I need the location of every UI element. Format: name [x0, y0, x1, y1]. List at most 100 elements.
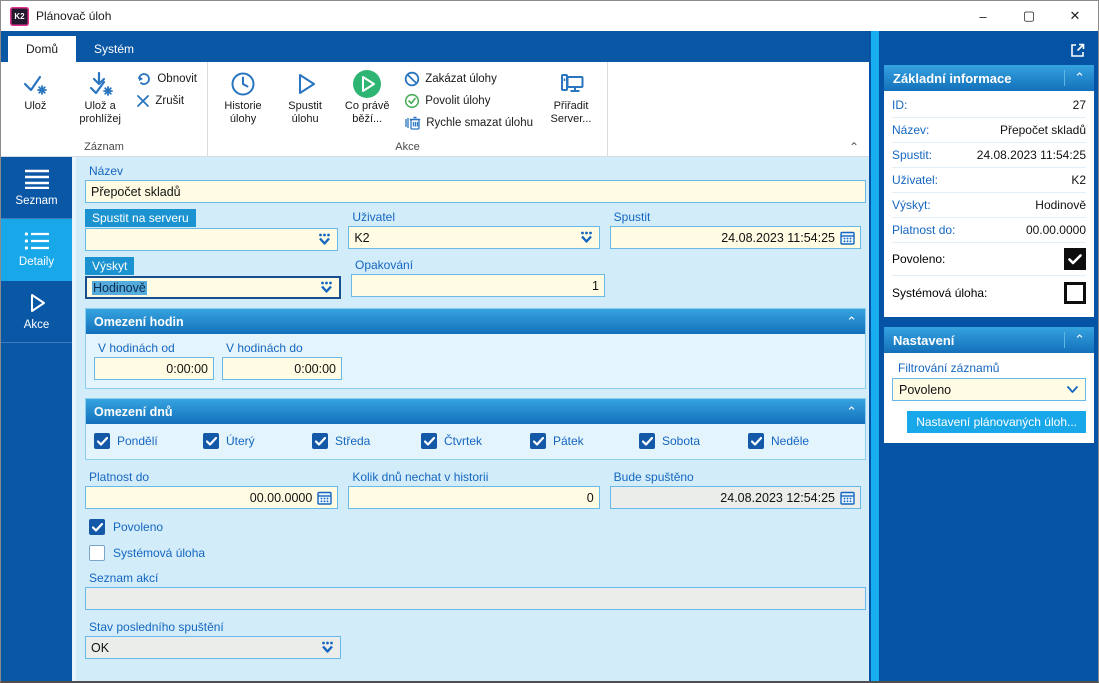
repetition-label: Opakování — [355, 258, 414, 272]
valid-until-field[interactable]: 00.00.0000 — [85, 486, 339, 509]
day-label: Čtvrtek — [444, 434, 483, 448]
checkbox-checked-icon[interactable] — [94, 433, 110, 449]
clock-icon — [228, 68, 258, 100]
checkbox-checked-icon[interactable] — [421, 433, 437, 449]
occurrence-value: Hodinově — [92, 280, 147, 295]
dropdown-icon[interactable] — [319, 281, 334, 294]
cancel-label: Zrušit — [155, 95, 185, 107]
task-history-button[interactable]: Historie úlohy — [212, 64, 274, 126]
save-button[interactable]: Ulož — [5, 64, 66, 113]
close-button[interactable]: ✕ — [1052, 1, 1098, 31]
calendar-icon[interactable] — [317, 491, 333, 505]
title-bar: K2 Plánovač úloh – ▢ ✕ — [1, 1, 1098, 31]
days-restriction-title: Omezení dnů — [94, 404, 173, 419]
scheduled-tasks-settings-button[interactable]: Nastavení plánovaných úloh... — [907, 411, 1086, 433]
dropdown-icon[interactable] — [320, 641, 335, 654]
sidebar-item-label: Detaily — [18, 255, 55, 268]
refresh-button[interactable]: Obnovit — [136, 70, 197, 88]
disable-tasks-button[interactable]: Zakázat úlohy — [404, 70, 533, 88]
day-monday[interactable]: Pondělí — [94, 433, 203, 449]
run-on-server-label: Spustit na serveru — [85, 209, 196, 227]
checkbox-unchecked-icon[interactable] — [89, 545, 105, 561]
assign-server-button[interactable]: Přiřadit Server... — [539, 64, 603, 126]
disable-tasks-label: Zakázat úlohy — [425, 73, 497, 85]
hours-from-field[interactable]: 0:00:00 — [94, 357, 214, 380]
run-task-button[interactable]: Spustit úlohu — [274, 64, 336, 126]
collapse-chevron-icon[interactable]: ⌃ — [846, 314, 857, 330]
name-field[interactable]: Přepočet skladů — [85, 180, 866, 203]
start-value: 24.08.2023 11:54:25 — [721, 230, 835, 245]
day-wednesday[interactable]: Středa — [312, 433, 421, 449]
day-sunday[interactable]: Neděle — [748, 433, 857, 449]
checkbox-checked-icon[interactable] — [203, 433, 219, 449]
checkbox-checked-icon[interactable] — [530, 433, 546, 449]
whats-running-button[interactable]: Co právě běží... — [336, 64, 398, 126]
tab-home[interactable]: Domů — [8, 36, 77, 62]
dropdown-icon[interactable] — [317, 233, 332, 246]
ribbon-collapse-chevron[interactable]: ⌃ — [849, 140, 859, 154]
sidebar-item-seznam[interactable]: Seznam — [1, 157, 72, 219]
day-thursday[interactable]: Čtvrtek — [421, 433, 530, 449]
enable-tasks-button[interactable]: Povolit úlohy — [404, 92, 533, 110]
collapse-chevron-icon[interactable]: ⌃ — [1064, 70, 1085, 86]
calendar-icon[interactable] — [840, 231, 855, 245]
run-on-server-field[interactable] — [85, 228, 339, 251]
info-row-system-task: Systémová úloha: — [892, 276, 1086, 309]
open-external-icon[interactable] — [1069, 42, 1086, 59]
collapse-chevron-icon[interactable]: ⌃ — [846, 404, 857, 420]
user-field[interactable]: K2 — [348, 226, 600, 249]
hours-restriction-section: Omezení hodin ⌃ V hodinách od 0:00:00 V — [85, 308, 866, 389]
refresh-label: Obnovit — [157, 73, 197, 85]
repetition-value: 1 — [592, 278, 599, 293]
cancel-x-icon — [136, 94, 150, 108]
info-label: Název: — [892, 123, 930, 137]
day-friday[interactable]: Pátek — [530, 433, 639, 449]
occurrence-field[interactable]: Hodinově — [85, 276, 341, 299]
hours-from-label: V hodinách od — [98, 341, 175, 355]
start-field[interactable]: 24.08.2023 11:54:25 — [609, 226, 861, 249]
day-saturday[interactable]: Sobota — [639, 433, 748, 449]
filter-records-select[interactable]: Povoleno — [892, 378, 1086, 401]
minimize-button[interactable]: – — [960, 1, 1006, 31]
group-label-actions: Akce — [395, 141, 420, 153]
system-task-label: Systémová úloha — [113, 546, 206, 560]
filter-records-value: Povoleno — [899, 382, 952, 397]
cancel-button[interactable]: Zrušit — [136, 92, 197, 110]
panel-splitter[interactable] — [871, 31, 879, 681]
last-run-state-field[interactable]: OK — [85, 636, 341, 659]
save-and-view-button[interactable]: Ulož a prohlížej — [66, 64, 134, 126]
checkbox-checked-icon[interactable] — [748, 433, 764, 449]
maximize-button[interactable]: ▢ — [1006, 1, 1052, 31]
history-days-field[interactable]: 0 — [348, 486, 600, 509]
days-restriction-section: Omezení dnů ⌃ Pondělí Úterý Středa Čtvrt… — [85, 398, 866, 460]
calendar-icon[interactable] — [840, 491, 855, 505]
will-run-field: 24.08.2023 12:54:25 — [609, 486, 861, 509]
name-label: Název — [89, 164, 124, 178]
info-value: Hodinově — [1035, 198, 1086, 212]
dropdown-icon[interactable] — [579, 231, 594, 244]
enabled-checkbox-row[interactable]: Povoleno — [89, 519, 861, 535]
repetition-field[interactable]: 1 — [351, 274, 605, 297]
window-title: Plánovač úloh — [36, 9, 112, 23]
whats-running-label: Co právě běží... — [344, 100, 390, 126]
checkbox-checked-icon[interactable] — [89, 519, 105, 535]
save-check-icon — [20, 68, 50, 100]
sidebar-item-akce[interactable]: Akce — [1, 281, 72, 343]
will-run-label: Bude spuštěno — [613, 470, 694, 484]
hours-to-field[interactable]: 0:00:00 — [222, 357, 342, 380]
checkbox-unchecked-icon — [1064, 281, 1086, 304]
user-value: K2 — [354, 230, 370, 245]
checkbox-checked-icon[interactable] — [639, 433, 655, 449]
valid-until-value: 00.00.0000 — [249, 490, 313, 505]
sidebar-item-label: Akce — [23, 318, 50, 331]
collapse-chevron-icon[interactable]: ⌃ — [1064, 332, 1085, 348]
checkbox-checked-icon[interactable] — [312, 433, 328, 449]
info-row-user: Uživatel: K2 — [892, 168, 1086, 193]
last-run-state-label: Stav posledního spuštění — [89, 620, 224, 634]
quick-delete-button[interactable]: Rychle smazat úlohu — [404, 114, 533, 132]
prohibition-icon — [404, 71, 420, 87]
sidebar-item-detaily[interactable]: Detaily — [1, 219, 72, 281]
system-task-checkbox-row[interactable]: Systémová úloha — [89, 545, 861, 561]
tab-system[interactable]: Systém — [76, 36, 152, 62]
day-tuesday[interactable]: Úterý — [203, 433, 312, 449]
